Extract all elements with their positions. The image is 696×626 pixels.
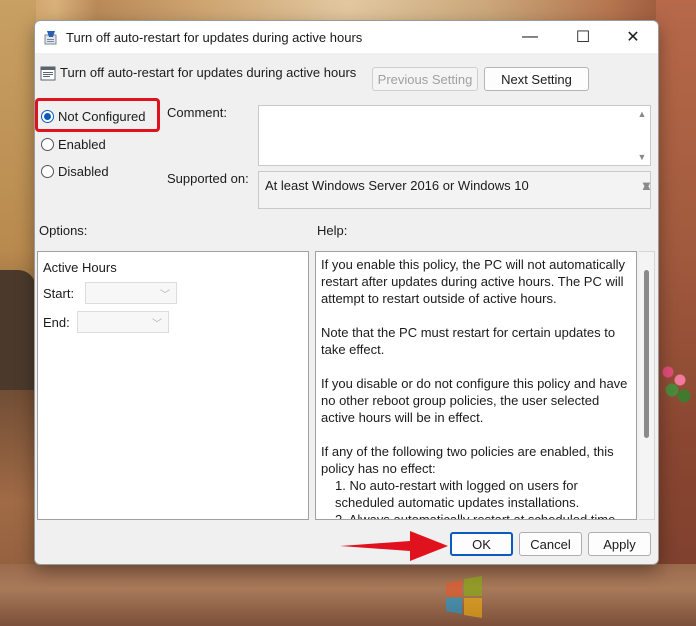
cancel-button[interactable]: Cancel <box>519 532 582 556</box>
radio-not-configured[interactable]: Not Configured <box>41 109 145 124</box>
watermark-logo <box>442 572 662 622</box>
apply-button[interactable]: Apply <box>588 532 651 556</box>
end-label: End: <box>43 315 70 330</box>
radio-enabled-label: Enabled <box>58 137 106 152</box>
scroll-up-icon[interactable]: ▲ <box>638 109 647 119</box>
radio-enabled[interactable]: Enabled <box>41 137 106 152</box>
help-paragraph: Note that the PC must restart for certai… <box>321 325 616 357</box>
help-paragraph: If any of the following two policies are… <box>321 444 614 476</box>
close-button[interactable]: ✕ <box>610 21 656 53</box>
supported-on-value: At least Windows Server 2016 or Windows … <box>265 178 529 193</box>
policy-name: Turn off auto-restart for updates during… <box>60 65 357 80</box>
help-text: If you enable this policy, the PC will n… <box>321 256 633 520</box>
help-label: Help: <box>317 223 348 238</box>
help-scroll-thumb[interactable] <box>644 270 649 438</box>
supported-scrollbar[interactable]: ▲ ▼ <box>634 172 653 208</box>
policy-setting-icon <box>40 66 56 81</box>
supported-on-label: Supported on: <box>167 171 249 186</box>
windows-logo-icon <box>446 576 482 618</box>
options-label: Options: <box>39 223 88 238</box>
chevron-down-icon: ﹀ <box>152 318 162 330</box>
end-time-dropdown[interactable]: ﹀ <box>77 311 169 333</box>
policy-dialog: Turn off auto-restart for updates during… <box>34 20 659 565</box>
close-icon: ✕ <box>626 29 640 46</box>
radio-disabled-label: Disabled <box>58 164 109 179</box>
maximize-button[interactable]: ☐ <box>560 21 606 53</box>
start-label: Start: <box>43 286 75 301</box>
title-bar[interactable]: Turn off auto-restart for updates during… <box>35 21 658 53</box>
scroll-down-icon[interactable]: ▼ <box>640 178 653 193</box>
background-doorway <box>0 270 36 390</box>
comment-label: Comment: <box>167 105 227 120</box>
help-scrollbar[interactable] <box>639 251 655 520</box>
help-paragraph: If you enable this policy, the PC will n… <box>321 257 625 306</box>
previous-setting-button[interactable]: Previous Setting <box>372 67 478 91</box>
window-title: Turn off auto-restart for updates during… <box>66 30 363 45</box>
options-pane: Active Hours Start: ﹀ End: ﹀ <box>37 251 309 520</box>
radio-disabled[interactable]: Disabled <box>41 164 109 179</box>
minimize-button[interactable]: — <box>507 21 553 53</box>
policy-app-icon <box>44 31 57 45</box>
chevron-down-icon: ﹀ <box>160 289 170 301</box>
comment-field[interactable]: ▲ ▼ <box>258 105 651 166</box>
next-setting-button[interactable]: Next Setting <box>484 67 589 91</box>
comment-scrollbar[interactable]: ▲ ▼ <box>634 106 650 165</box>
active-hours-title: Active Hours <box>43 260 117 275</box>
ok-button[interactable]: OK <box>450 532 513 556</box>
supported-on-field: At least Windows Server 2016 or Windows … <box>258 171 653 209</box>
radio-not-configured-dot[interactable] <box>41 110 54 123</box>
scroll-down-icon[interactable]: ▼ <box>638 152 647 162</box>
maximize-icon: ☐ <box>575 29 591 46</box>
minimize-icon: — <box>522 28 538 45</box>
radio-enabled-dot[interactable] <box>41 138 54 151</box>
background-right-wall <box>656 0 696 626</box>
help-pane: If you enable this policy, the PC will n… <box>315 251 637 520</box>
help-list-item: 2. Always automatically restart at sched… <box>335 512 619 520</box>
radio-not-configured-label: Not Configured <box>58 109 146 124</box>
start-time-dropdown[interactable]: ﹀ <box>85 282 177 304</box>
help-paragraph: If you disable or do not configure this … <box>321 376 628 425</box>
help-list-item: 1. No auto-restart with logged on users … <box>335 478 580 510</box>
radio-disabled-dot[interactable] <box>41 165 54 178</box>
background-flowers <box>658 360 692 420</box>
red-arrow-annotation <box>340 531 448 561</box>
